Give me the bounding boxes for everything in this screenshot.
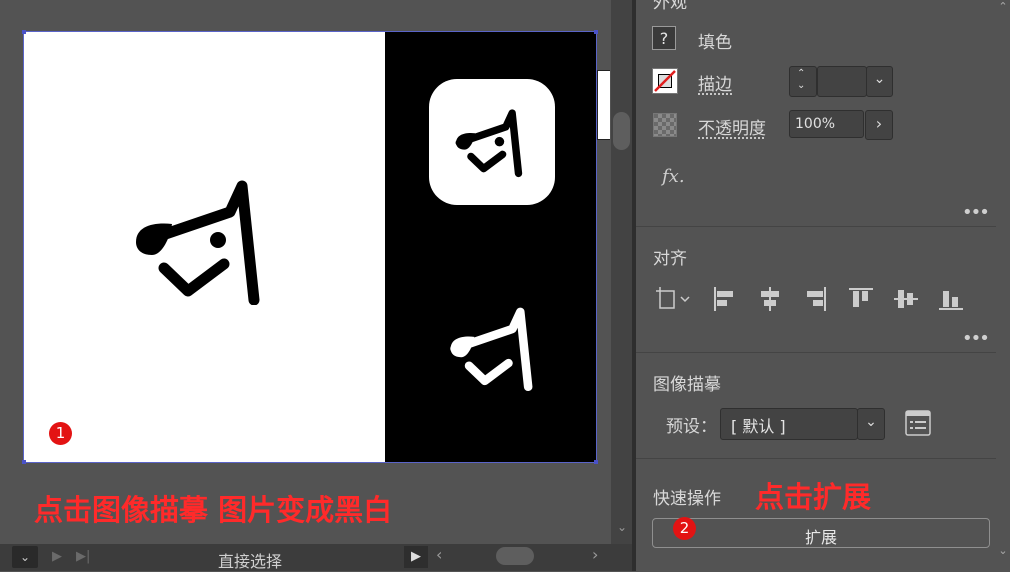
preset-value: [ 默认 ] <box>731 413 786 437</box>
align-left-icon[interactable] <box>711 286 737 312</box>
stepper-down-icon[interactable]: ⌄ <box>797 80 805 91</box>
panel-scroll-down-icon[interactable]: ⌄ <box>996 544 1010 558</box>
canvas-scroll-thumb[interactable] <box>613 112 630 150</box>
step-badge-1: 1 <box>49 422 72 445</box>
align-to-selection-icon[interactable] <box>655 286 695 312</box>
opacity-icon[interactable] <box>653 113 677 137</box>
status-bar <box>0 544 632 571</box>
canvas-vertical-scrollbar[interactable] <box>611 0 632 544</box>
section-separator <box>636 352 996 353</box>
align-top-icon[interactable] <box>848 286 874 312</box>
trace-options-panel-icon[interactable] <box>905 410 931 436</box>
image-trace-section-title: 图像描摹 <box>653 370 721 395</box>
horizontal-scroll-right-icon[interactable]: › <box>592 545 598 564</box>
align-right-icon[interactable] <box>803 286 829 312</box>
nav-last-icon[interactable]: ▶| <box>76 549 90 564</box>
status-menu-arrow-icon[interactable]: ▶ <box>404 546 428 568</box>
align-section-title: 对齐 <box>653 244 687 269</box>
section-separator <box>636 458 996 459</box>
horizontal-scroll-left-icon[interactable]: ‹ <box>436 545 442 564</box>
expand-button-label: 扩展 <box>805 524 837 548</box>
question-mark-icon: ? <box>660 29 669 48</box>
appearance-more-options-icon[interactable]: ••• <box>962 202 988 223</box>
dog-logo-small-dark <box>454 108 528 178</box>
align-vertical-center-icon[interactable] <box>893 286 919 312</box>
stroke-weight-dropdown[interactable]: ⌄ <box>866 66 893 97</box>
preset-select[interactable]: [ 默认 ] <box>720 408 858 440</box>
artboard[interactable]: 1 <box>24 32 596 462</box>
stroke-label[interactable]: 描边 <box>698 70 732 95</box>
annotation-left: 点击图像描摹 图片变成黑白 <box>34 487 392 529</box>
align-horizontal-center-icon[interactable] <box>757 286 783 312</box>
fill-label: 填色 <box>698 28 732 53</box>
step-badge-2: 2 <box>673 517 696 540</box>
zoom-dropdown-button[interactable]: ⌄ <box>12 546 38 568</box>
stepper-up-icon[interactable]: ⌃ <box>797 68 805 79</box>
dog-logo-small-light <box>448 306 540 392</box>
preset-label: 预设： <box>666 412 717 437</box>
panel-scrollbar[interactable] <box>996 0 1010 571</box>
annotation-right: 点击扩展 <box>755 474 871 516</box>
appearance-section-title: 外观 <box>653 0 687 13</box>
align-bottom-icon[interactable] <box>938 286 964 312</box>
selection-handle-br[interactable] <box>594 460 598 464</box>
align-more-options-icon[interactable]: ••• <box>962 328 988 349</box>
selection-handle-bl[interactable] <box>22 460 26 464</box>
nav-prev-icon[interactable]: ▶ <box>52 549 62 564</box>
section-separator <box>636 226 996 227</box>
selection-handle-tr[interactable] <box>594 30 598 34</box>
opacity-expand-button[interactable]: › <box>865 110 893 140</box>
quick-actions-section-title: 快速操作 <box>653 484 721 509</box>
stroke-weight-input[interactable] <box>817 66 867 97</box>
fx-effects-icon[interactable]: fx. <box>662 166 685 187</box>
preset-dropdown-button[interactable]: ⌄ <box>857 408 885 440</box>
scroll-down-arrow-icon[interactable]: ⌄ <box>614 520 630 536</box>
fill-swatch[interactable]: ? <box>652 26 676 50</box>
horizontal-scroll-thumb[interactable] <box>496 547 534 565</box>
opacity-label[interactable]: 不透明度 <box>698 114 766 139</box>
dog-logo-large <box>132 180 272 305</box>
stroke-weight-stepper[interactable]: ⌃ ⌄ <box>789 66 817 97</box>
selection-handle-tl[interactable] <box>22 30 26 34</box>
no-stroke-slash-icon <box>653 69 677 93</box>
stroke-swatch[interactable] <box>652 68 678 94</box>
adjacent-artboard-edge <box>597 70 610 140</box>
expand-button[interactable]: 扩展 <box>652 518 990 548</box>
current-tool-label: 直接选择 <box>218 548 282 572</box>
panel-scroll-up-icon[interactable]: ⌃ <box>996 0 1010 14</box>
opacity-input[interactable]: 100% <box>789 110 864 138</box>
